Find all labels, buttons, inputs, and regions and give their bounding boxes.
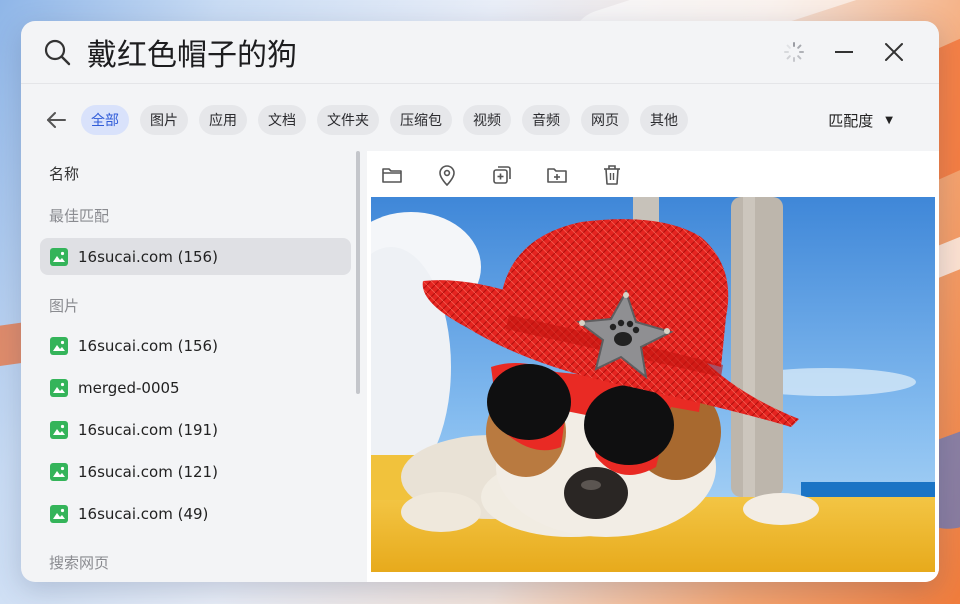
filter-chip-archives[interactable]: 压缩包 <box>390 105 452 135</box>
search-window: 戴红色帽子的狗 全部 图片 应用 文档 文件夹 压缩包 视频 音频 网页 其他 … <box>21 21 939 582</box>
filter-chip-web[interactable]: 网页 <box>581 105 629 135</box>
filter-chip-folders[interactable]: 文件夹 <box>317 105 379 135</box>
results-list: 名称 最佳匹配 16sucai.com (156) 图片 16sucai.com… <box>21 151 357 582</box>
back-arrow-icon[interactable] <box>45 109 67 131</box>
trash-icon[interactable] <box>599 162 625 188</box>
search-bar: 戴红色帽子的狗 <box>21 21 939 84</box>
filter-chip-audio[interactable]: 音频 <box>522 105 570 135</box>
location-pin-icon[interactable] <box>434 162 460 188</box>
section-best-match: 最佳匹配 <box>49 207 110 225</box>
filter-chip-all[interactable]: 全部 <box>81 105 129 135</box>
image-file-icon <box>50 420 68 439</box>
loading-icon <box>783 41 805 63</box>
column-header-name: 名称 <box>49 165 80 183</box>
result-label: 16sucai.com (49) <box>78 504 209 523</box>
result-label: 16sucai.com (121) <box>78 462 218 481</box>
result-item-image[interactable]: 16sucai.com (156) <box>40 327 351 364</box>
image-file-icon <box>50 336 68 355</box>
result-label: 16sucai.com (156) <box>78 336 218 355</box>
sort-label: 匹配度 <box>828 111 874 130</box>
filter-bar: 全部 图片 应用 文档 文件夹 压缩包 视频 音频 网页 其他 匹配度 ▼ <box>21 84 939 156</box>
filter-chip-apps[interactable]: 应用 <box>199 105 247 135</box>
result-label: merged-0005 <box>78 378 180 397</box>
image-preview <box>371 197 935 572</box>
image-file-icon <box>50 378 68 397</box>
result-item-image[interactable]: 16sucai.com (121) <box>40 453 351 490</box>
result-item-image[interactable]: 16sucai.com (191) <box>40 411 351 448</box>
result-item-image[interactable]: 16sucai.com (49) <box>40 495 351 532</box>
image-file-icon <box>50 504 68 523</box>
result-item-best-match[interactable]: 16sucai.com (156) <box>40 238 351 275</box>
preview-toolbar <box>367 151 939 198</box>
move-to-folder-icon[interactable] <box>544 162 570 188</box>
filter-chip-videos[interactable]: 视频 <box>463 105 511 135</box>
result-label: 16sucai.com (156) <box>78 247 218 266</box>
close-icon[interactable] <box>883 41 905 63</box>
filter-chip-other[interactable]: 其他 <box>640 105 688 135</box>
filter-chip-images[interactable]: 图片 <box>140 105 188 135</box>
caret-down-icon: ▼ <box>885 114 893 126</box>
result-label: 16sucai.com (191) <box>78 420 218 439</box>
copy-icon[interactable] <box>489 162 515 188</box>
section-web-search: 搜索网页 <box>49 554 110 572</box>
folder-icon[interactable] <box>379 162 405 188</box>
filter-chip-documents[interactable]: 文档 <box>258 105 306 135</box>
search-icon <box>44 39 71 66</box>
list-scrollbar[interactable] <box>356 151 360 394</box>
result-item-image[interactable]: merged-0005 <box>40 369 351 406</box>
image-file-icon <box>50 462 68 481</box>
search-input[interactable]: 戴红色帽子的狗 <box>87 30 783 74</box>
image-file-icon <box>50 247 68 266</box>
sort-dropdown[interactable]: 匹配度 ▼ <box>828 110 893 131</box>
minimize-icon[interactable] <box>833 41 855 63</box>
preview-pane <box>367 151 939 582</box>
section-images: 图片 <box>49 297 80 315</box>
